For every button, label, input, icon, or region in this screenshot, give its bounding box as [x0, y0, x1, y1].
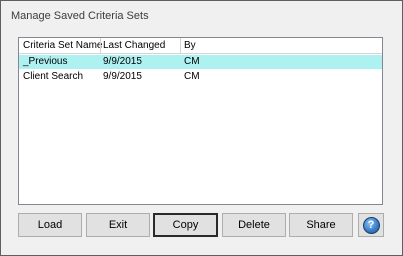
cell-by: CM [184, 56, 200, 67]
share-button[interactable]: Share [289, 213, 353, 237]
help-icon: ? [362, 216, 380, 234]
list-row-previous[interactable]: _Previous 9/9/2015 CM [19, 55, 382, 69]
column-header-last-changed[interactable]: Last Changed [103, 38, 165, 53]
delete-button[interactable]: Delete [222, 213, 286, 237]
column-header-by[interactable]: By [184, 38, 196, 53]
cell-criteria-set-name: Client Search [23, 71, 84, 82]
list-row-client-search[interactable]: Client Search 9/9/2015 CM [19, 70, 382, 84]
cell-criteria-set-name: _Previous [23, 56, 68, 67]
load-button[interactable]: Load [18, 213, 82, 237]
column-divider[interactable] [100, 38, 101, 53]
column-header-criteria-set-name[interactable]: Criteria Set Name [23, 38, 102, 53]
copy-button[interactable]: Copy [153, 213, 218, 237]
dialog-title: Manage Saved Criteria Sets [11, 10, 149, 22]
criteria-sets-list[interactable]: Criteria Set Name Last Changed By _Previ… [18, 37, 383, 205]
list-header: Criteria Set Name Last Changed By [19, 38, 382, 54]
exit-button[interactable]: Exit [86, 213, 150, 237]
help-button[interactable]: ? [358, 213, 384, 237]
cell-by: CM [184, 71, 200, 82]
manage-criteria-dialog: Manage Saved Criteria Sets Criteria Set … [0, 0, 403, 256]
cell-last-changed: 9/9/2015 [103, 56, 142, 67]
cell-last-changed: 9/9/2015 [103, 71, 142, 82]
column-divider[interactable] [180, 38, 181, 53]
